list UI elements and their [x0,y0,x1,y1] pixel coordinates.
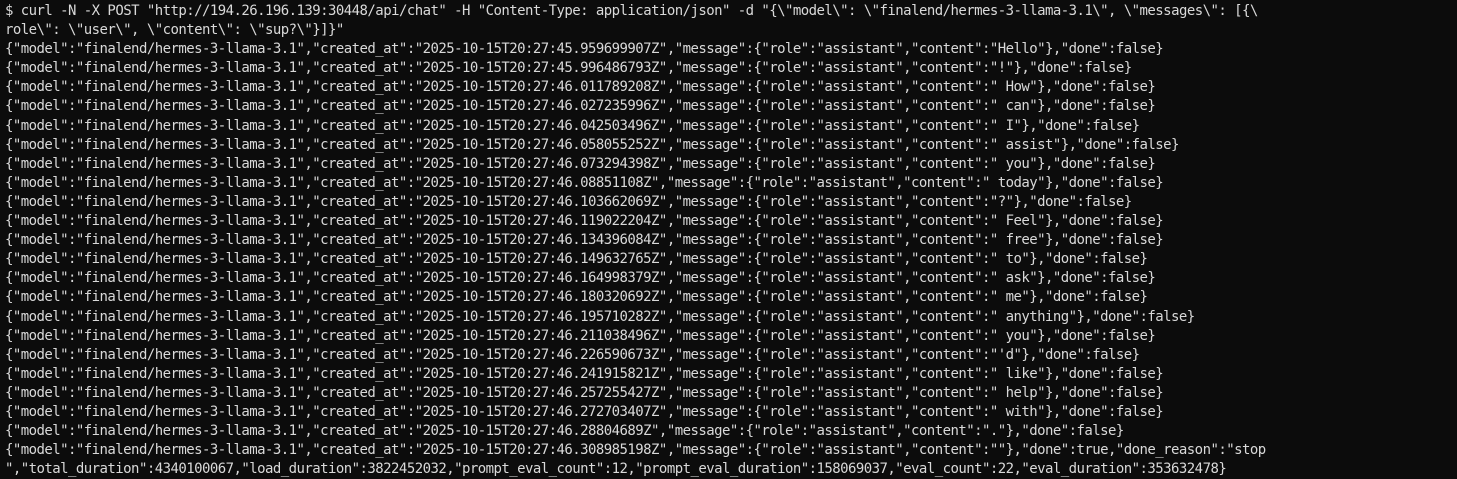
output-line: {"model":"finalend/hermes-3-llama-3.1","… [5,117,1140,134]
command-line-continuation: role\": \"user\", \"content\": \"sup?\"}… [5,22,344,39]
output-line: {"model":"finalend/hermes-3-llama-3.1","… [5,232,1164,249]
output-line: {"model":"finalend/hermes-3-llama-3.1","… [5,384,1164,401]
terminal-window[interactable]: $ curl -N -X POST "http://194.26.196.139… [0,0,1457,479]
output-line: {"model":"finalend/hermes-3-llama-3.1","… [5,155,1156,172]
command-text: curl -N -X POST "http://194.26.196.139:3… [12,3,1259,19]
output-line: {"model":"finalend/hermes-3-llama-3.1","… [5,327,1156,344]
output-line: {"model":"finalend/hermes-3-llama-3.1","… [5,442,1266,459]
output-line-continuation: ","total_duration":4340100067,"load_dura… [5,461,1227,478]
output-line: {"model":"finalend/hermes-3-llama-3.1","… [5,60,1132,77]
output-line: {"model":"finalend/hermes-3-llama-3.1","… [5,251,1148,268]
output-line: {"model":"finalend/hermes-3-llama-3.1","… [5,308,1195,325]
output-line: {"model":"finalend/hermes-3-llama-3.1","… [5,79,1156,96]
output-line: {"model":"finalend/hermes-3-llama-3.1","… [5,270,1156,287]
output-line: {"model":"finalend/hermes-3-llama-3.1","… [5,174,1164,191]
output-line: {"model":"finalend/hermes-3-llama-3.1","… [5,365,1164,382]
output-line: {"model":"finalend/hermes-3-llama-3.1","… [5,289,1148,306]
output-line: {"model":"finalend/hermes-3-llama-3.1","… [5,98,1156,115]
output-line: {"model":"finalend/hermes-3-llama-3.1","… [5,403,1164,420]
shell-prompt: $ [5,3,13,19]
output-line: {"model":"finalend/hermes-3-llama-3.1","… [5,213,1164,230]
output-line: {"model":"finalend/hermes-3-llama-3.1","… [5,41,1164,58]
output-line: {"model":"finalend/hermes-3-llama-3.1","… [5,193,1132,210]
output-line: {"model":"finalend/hermes-3-llama-3.1","… [5,346,1140,363]
output-line: {"model":"finalend/hermes-3-llama-3.1","… [5,423,1124,440]
command-line: $ curl -N -X POST "http://194.26.196.139… [5,2,1457,21]
output-line: {"model":"finalend/hermes-3-llama-3.1","… [5,136,1179,153]
